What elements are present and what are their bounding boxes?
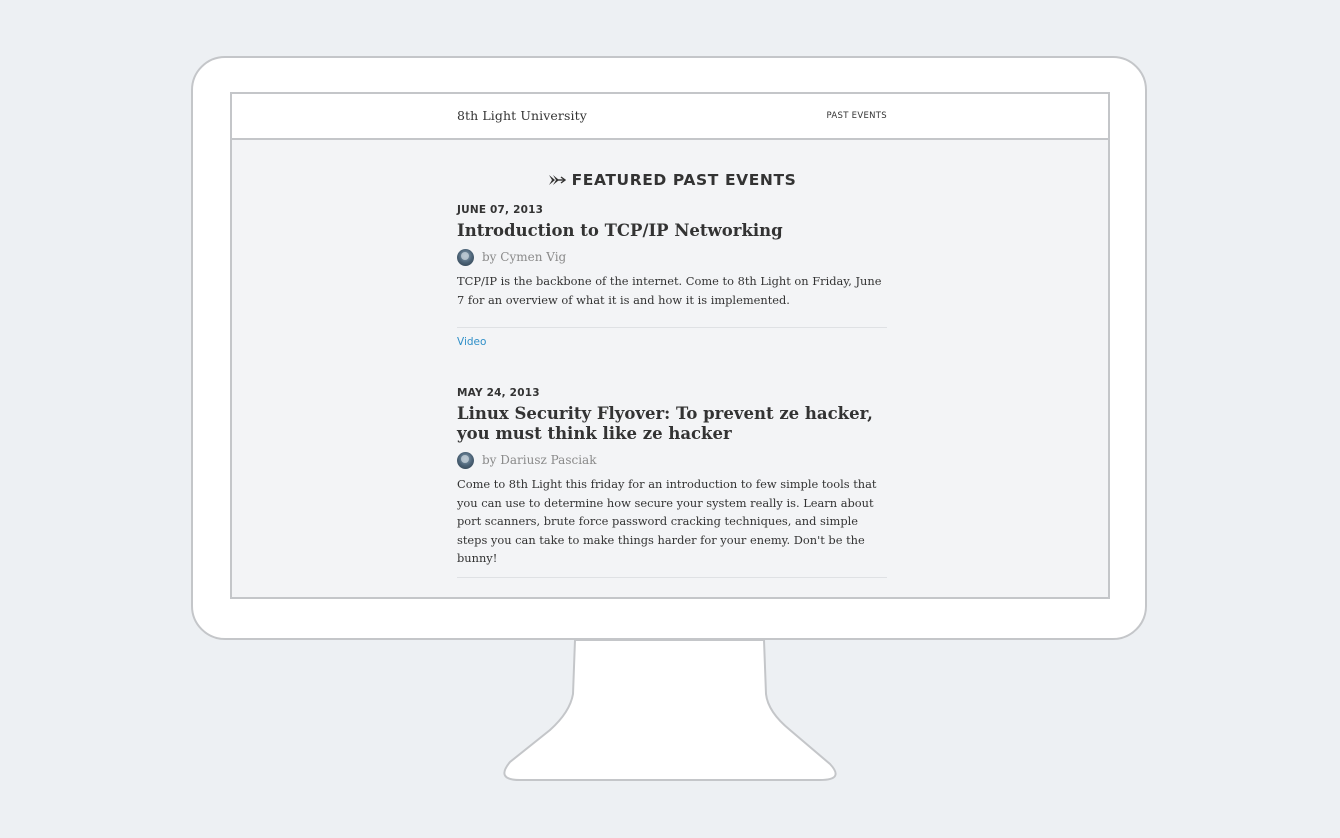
main-content: FEATURED PAST EVENTS JUNE 07, 2013 Intro… <box>457 169 887 578</box>
event-divider <box>457 327 887 328</box>
event-date: JUNE 07, 2013 <box>457 204 544 216</box>
device-mockup: 8th Light University PAST EVENTS FEATURE… <box>0 0 1340 838</box>
section-heading-text: FEATURED PAST EVENTS <box>571 171 797 189</box>
arrow-icon <box>548 175 566 185</box>
browser-screen: 8th Light University PAST EVENTS FEATURE… <box>230 92 1110 599</box>
event-item: JUNE 07, 2013 Introduction to TCP/IP Net… <box>457 203 887 349</box>
avatar <box>457 248 474 266</box>
section-heading: FEATURED PAST EVENTS <box>457 169 887 191</box>
event-author[interactable]: by Cymen Vig <box>482 250 566 264</box>
event-author[interactable]: by Dariusz Pasciak <box>482 453 596 467</box>
event-item: MAY 24, 2013 Linux Security Flyover: To … <box>457 386 887 578</box>
event-description: Come to 8th Light this friday for an int… <box>457 477 877 565</box>
event-title[interactable]: Introduction to TCP/IP Networking <box>457 221 887 241</box>
event-byline: by Cymen Vig <box>457 248 887 266</box>
event-description: TCP/IP is the backbone of the internet. … <box>457 274 882 307</box>
event-byline: by Dariusz Pasciak <box>457 451 887 469</box>
event-divider <box>457 576 887 578</box>
avatar <box>457 451 474 469</box>
video-link[interactable]: Video <box>457 336 486 348</box>
event-title[interactable]: Linux Security Flyover: To prevent ze ha… <box>457 404 887 444</box>
site-title[interactable]: 8th Light University <box>457 108 587 123</box>
event-date: MAY 24, 2013 <box>457 387 540 399</box>
site-header: 8th Light University PAST EVENTS <box>232 94 1108 140</box>
nav-past-events[interactable]: PAST EVENTS <box>827 111 888 121</box>
